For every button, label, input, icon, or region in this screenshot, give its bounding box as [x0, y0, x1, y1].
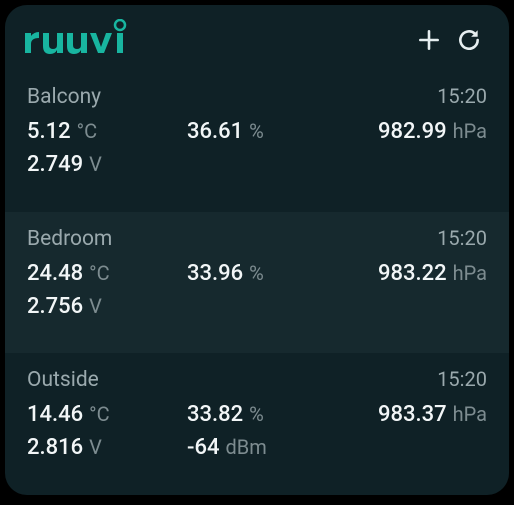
- pressure-unit: hPa: [453, 261, 487, 285]
- temperature-unit: °C: [89, 261, 110, 285]
- voltage-value: 2.749: [27, 152, 83, 177]
- header: [5, 5, 509, 70]
- temperature-value: 24.48: [27, 261, 83, 286]
- sensor-card[interactable]: Bedroom 15:20 24.48 °C 33.96 % 983.22 hP…: [5, 212, 509, 354]
- humidity-value: 36.61: [187, 119, 243, 144]
- voltage-unit: V: [89, 152, 102, 176]
- brand-logo: [23, 19, 135, 64]
- pressure-value: 983.22: [378, 261, 447, 286]
- sensor-time: 15:20: [437, 367, 487, 391]
- sensor-time: 15:20: [437, 226, 487, 250]
- refresh-icon: [456, 27, 482, 57]
- voltage-value: 2.756: [27, 294, 83, 319]
- voltage-unit: V: [89, 435, 102, 459]
- signal-unit: dBm: [225, 435, 266, 459]
- signal-value: -64: [187, 435, 219, 460]
- refresh-button[interactable]: [449, 22, 489, 62]
- pressure-unit: hPa: [453, 402, 487, 426]
- pressure-unit: hPa: [453, 119, 487, 143]
- sensor-name: Balcony: [27, 85, 101, 109]
- pressure-value: 983.37: [378, 402, 447, 427]
- temperature-value: 14.46: [27, 402, 83, 427]
- temperature-unit: °C: [77, 119, 98, 143]
- voltage-unit: V: [89, 294, 102, 318]
- voltage-value: 2.816: [27, 435, 83, 460]
- sensor-name: Bedroom: [27, 227, 112, 251]
- temperature-value: 5.12: [27, 119, 71, 144]
- plus-icon: [416, 27, 442, 57]
- sensor-card[interactable]: Balcony 15:20 5.12 °C 36.61 % 982.99 hPa: [5, 70, 509, 212]
- humidity-unit: %: [249, 402, 264, 426]
- sensor-name: Outside: [27, 368, 99, 392]
- humidity-value: 33.82: [187, 402, 243, 427]
- humidity-unit: %: [249, 119, 264, 143]
- temperature-unit: °C: [89, 402, 110, 426]
- humidity-value: 33.96: [187, 261, 243, 286]
- sensor-time: 15:20: [437, 84, 487, 108]
- humidity-unit: %: [249, 261, 264, 285]
- pressure-value: 982.99: [378, 119, 447, 144]
- sensor-dashboard-card: Balcony 15:20 5.12 °C 36.61 % 982.99 hPa: [5, 5, 509, 495]
- sensor-card[interactable]: Outside 15:20 14.46 °C 33.82 % 983.37 hP…: [5, 353, 509, 495]
- sensor-list: Balcony 15:20 5.12 °C 36.61 % 982.99 hPa: [5, 70, 509, 495]
- add-button[interactable]: [409, 22, 449, 62]
